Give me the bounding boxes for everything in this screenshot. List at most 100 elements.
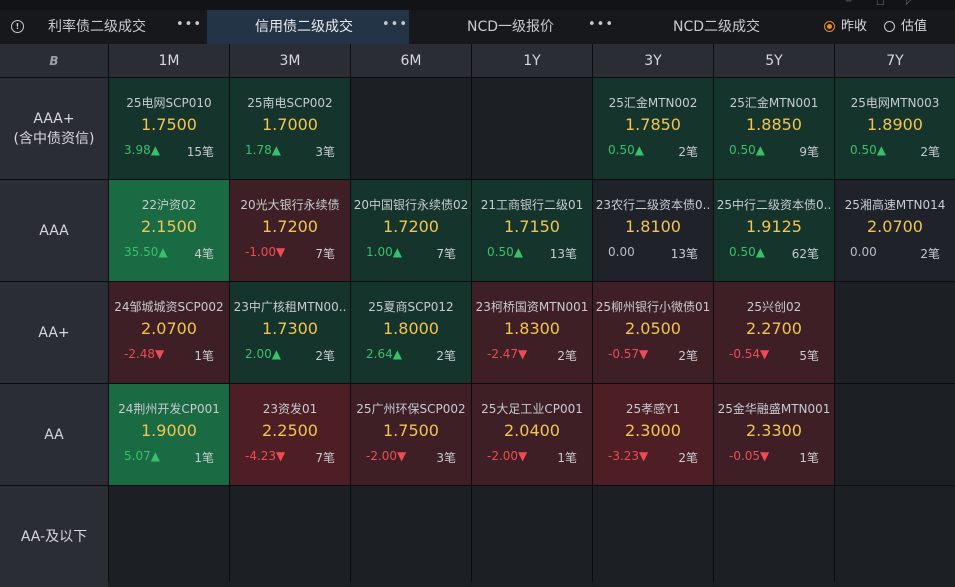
radio-unselected-icon [884, 21, 895, 32]
column-header-6m[interactable]: 6M [351, 44, 471, 77]
bond-cell[interactable]: 25柳州银行小微债01 2.0500 -0.57▼ 2笔 [593, 282, 713, 383]
restore-icon[interactable]: □ [876, 0, 885, 7]
more-icon[interactable]: ••• [176, 8, 202, 42]
bond-yield: 1.8850 [746, 115, 802, 134]
bond-cell[interactable]: 25大足工业CP001 2.0400 -2.00▼ 1笔 [472, 384, 592, 485]
trade-count: 2笔 [678, 145, 698, 159]
bond-name: 23中广核租MTN00.. [233, 300, 347, 314]
empty-cell [472, 78, 592, 179]
column-header-1y[interactable]: 1Y [472, 44, 592, 77]
bond-cell[interactable]: 25金华融盛MTN001 2.3300 -0.05▼ 1笔 [714, 384, 834, 485]
empty-cell [230, 486, 350, 587]
bond-cell[interactable]: 25广州环保SCP002 1.7500 -2.00▼ 3笔 [351, 384, 471, 485]
bond-cell[interactable]: 25汇金MTN002 1.7850 0.50▲ 2笔 [593, 78, 713, 179]
bond-cell[interactable]: 21工商银行二级01 1.7150 0.50▲ 13笔 [472, 180, 592, 281]
trade-count: 7笔 [315, 247, 335, 261]
bond-cell[interactable]: 25南电SCP002 1.7000 1.78▲ 3笔 [230, 78, 350, 179]
bond-yield: 1.9125 [746, 217, 802, 236]
bond-cell[interactable]: 25电网MTN003 1.8900 0.50▲ 2笔 [835, 78, 955, 179]
yield-change: -0.54▼ [729, 347, 770, 361]
row-header: AAA [0, 180, 108, 281]
bond-yield: 1.8300 [504, 319, 560, 338]
bond-yield: 1.7200 [383, 217, 439, 236]
trade-count: 62笔 [791, 247, 819, 261]
bond-cell[interactable]: 24邹城城资SCP002 2.0700 -2.48▼ 1笔 [109, 282, 229, 383]
bond-name: 25大足工业CP001 [481, 402, 583, 416]
bond-name: 22沪资02 [141, 198, 197, 212]
bond-name: 23农行二级资本债0.. [595, 198, 711, 212]
yield-change: 0.00 [850, 245, 877, 259]
yield-change: 2.64▲ [366, 347, 402, 361]
row-header: AA [0, 384, 108, 485]
bond-yield: 2.3300 [746, 421, 802, 440]
info-icon[interactable]: ! [11, 20, 24, 33]
yield-change: 0.50▲ [729, 143, 765, 157]
empty-cell [351, 78, 471, 179]
empty-cell [351, 486, 471, 587]
bond-cell[interactable]: 25夏商SCP012 1.8000 2.64▲ 2笔 [351, 282, 471, 383]
popout-icon[interactable]: ◸ [906, 0, 913, 7]
bond-cell[interactable]: 25孝感Y1 2.3000 -3.23▼ 2笔 [593, 384, 713, 485]
bond-cell[interactable]: 25汇金MTN001 1.8850 0.50▲ 9笔 [714, 78, 834, 179]
tab-ncd-secondary[interactable]: NCD二级成交 [611, 10, 811, 44]
bond-yield: 2.3000 [625, 421, 681, 440]
bond-yield: 2.0700 [141, 319, 197, 338]
empty-cell [835, 282, 955, 383]
bond-name: 25中行二级资本债0.. [716, 198, 832, 212]
bond-name: 25金华融盛MTN001 [717, 402, 831, 416]
radio-label: 昨收 [841, 19, 868, 34]
bond-yield: 2.2700 [746, 319, 802, 338]
bond-yield: 2.0400 [504, 421, 560, 440]
tab-rates-bond-secondary[interactable]: 利率债二级成交 ••• [36, 10, 206, 44]
trade-count: 5笔 [799, 349, 819, 363]
trade-count: 1笔 [194, 349, 214, 363]
bond-cell[interactable]: 22沪资02 2.1500 35.50▲ 4笔 [109, 180, 229, 281]
bond-name: 25兴创02 [746, 300, 802, 314]
trade-count: 2笔 [920, 247, 940, 261]
bond-cell[interactable]: 23农行二级资本债0.. 1.8100 0.00 13笔 [593, 180, 713, 281]
yield-change: 0.50▲ [729, 245, 765, 259]
column-header-3y[interactable]: 3Y [593, 44, 713, 77]
trade-count: 2笔 [315, 349, 335, 363]
minimize-icon[interactable]: ─ [846, 0, 851, 7]
trade-count: 1笔 [194, 451, 214, 465]
trade-count: 13笔 [549, 247, 577, 261]
bond-cell[interactable]: 23柯桥国资MTN001 1.8300 -2.47▼ 2笔 [472, 282, 592, 383]
bond-cell[interactable]: 25中行二级资本债0.. 1.9125 0.50▲ 62笔 [714, 180, 834, 281]
bond-cell[interactable]: 24荆州开发CP001 1.9000 5.07▲ 1笔 [109, 384, 229, 485]
yield-change: 0.50▲ [850, 143, 886, 157]
row-header: AAA+ (含中债资信) [0, 78, 108, 179]
tab-credit-bond-secondary[interactable]: 信用债二级成交 ••• [207, 10, 409, 44]
bond-cell[interactable]: 20光大银行永续债 1.7200 -1.00▼ 7笔 [230, 180, 350, 281]
bond-cell[interactable]: 25兴创02 2.2700 -0.54▼ 5笔 [714, 282, 834, 383]
yield-change: 35.50▲ [124, 245, 168, 259]
more-icon[interactable]: ••• [382, 8, 408, 42]
bond-yield: 1.8000 [383, 319, 439, 338]
column-header-3m[interactable]: 3M [230, 44, 350, 77]
empty-cell [472, 486, 592, 587]
radio-label: 估值 [901, 19, 928, 34]
trade-count: 7笔 [436, 247, 456, 261]
radio-valuation[interactable]: 估值 [884, 10, 944, 44]
bond-cell[interactable]: 25电网SCP010 1.7500 3.98▲ 15笔 [109, 78, 229, 179]
tab-ncd-primary-quote[interactable]: NCD一级报价 ••• [410, 10, 613, 44]
bond-cell[interactable]: 23中广核租MTN00.. 1.7300 2.00▲ 2笔 [230, 282, 350, 383]
bond-name: 25孝感Y1 [625, 402, 681, 416]
bond-logo-icon: B [49, 53, 59, 68]
empty-cell [835, 486, 955, 587]
column-header-1m[interactable]: 1M [109, 44, 229, 77]
yield-change: -0.05▼ [729, 449, 770, 463]
trade-count: 4笔 [194, 247, 214, 261]
bond-yield: 1.7850 [625, 115, 681, 134]
bond-cell[interactable]: 23资发01 2.2500 -4.23▼ 7笔 [230, 384, 350, 485]
column-header-7y[interactable]: 7Y [835, 44, 955, 77]
trade-count: 13笔 [670, 247, 698, 261]
yield-change: 1.00▲ [366, 245, 402, 259]
bond-name: 23资发01 [262, 402, 318, 416]
yield-change: 1.78▲ [245, 143, 281, 157]
column-header-5y[interactable]: 5Y [714, 44, 834, 77]
bond-name: 23柯桥国资MTN001 [475, 300, 589, 314]
radio-prev-close[interactable]: 昨收 [824, 10, 884, 44]
bond-cell[interactable]: 20中国银行永续债02 1.7200 1.00▲ 7笔 [351, 180, 471, 281]
bond-cell[interactable]: 25湘高速MTN014 2.0700 0.00 2笔 [835, 180, 955, 281]
